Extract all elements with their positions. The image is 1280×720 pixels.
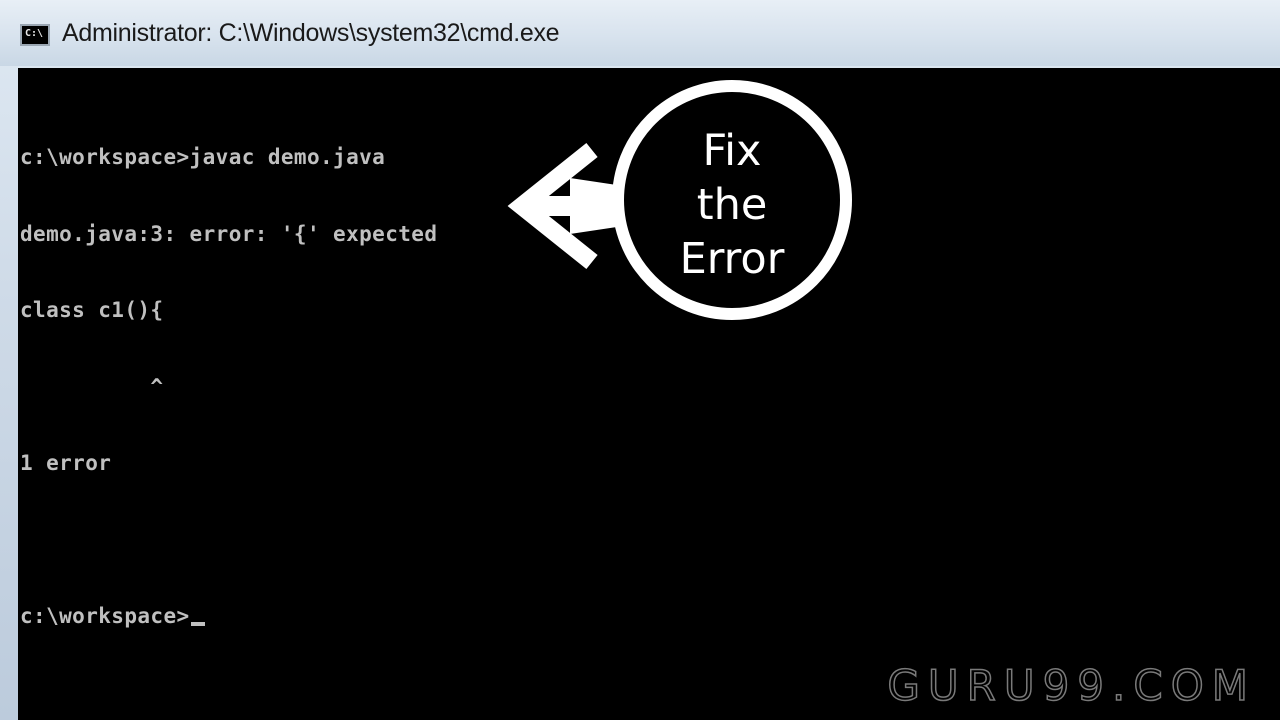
text-cursor — [190, 622, 205, 626]
badge-text: Fix the Error — [624, 124, 840, 286]
console-prompt: c:\workspace> — [20, 604, 190, 628]
badge-line-fix: Fix — [702, 126, 762, 176]
window-title: Administrator: C:\Windows\system32\cmd.e… — [62, 19, 560, 47]
badge-line-error: Error — [679, 234, 785, 284]
console-line: 1 error — [20, 451, 112, 475]
cmd-icon-label: C:\ — [25, 28, 44, 39]
console-line: c:\workspace>javac demo.java — [20, 145, 386, 169]
title-bar[interactable]: C:\ Administrator: C:\Windows\system32\c… — [0, 0, 1280, 66]
console-prompt-line[interactable]: c:\workspace> — [20, 604, 437, 630]
fix-the-error-badge: Fix the Error — [612, 80, 852, 320]
badge-line-the: the — [696, 180, 768, 230]
console-line: ^ — [20, 374, 164, 399]
watermark: GURU99.COM — [887, 660, 1256, 711]
console-line: class c1(){ — [20, 298, 164, 322]
cmd-icon[interactable]: C:\ — [20, 24, 50, 46]
cmd-window: C:\ Administrator: C:\Windows\system32\c… — [0, 0, 1280, 720]
console-output: c:\workspace>javac demo.java demo.java:3… — [20, 94, 437, 681]
console-line: demo.java:3: error: '{' expected — [20, 221, 438, 246]
